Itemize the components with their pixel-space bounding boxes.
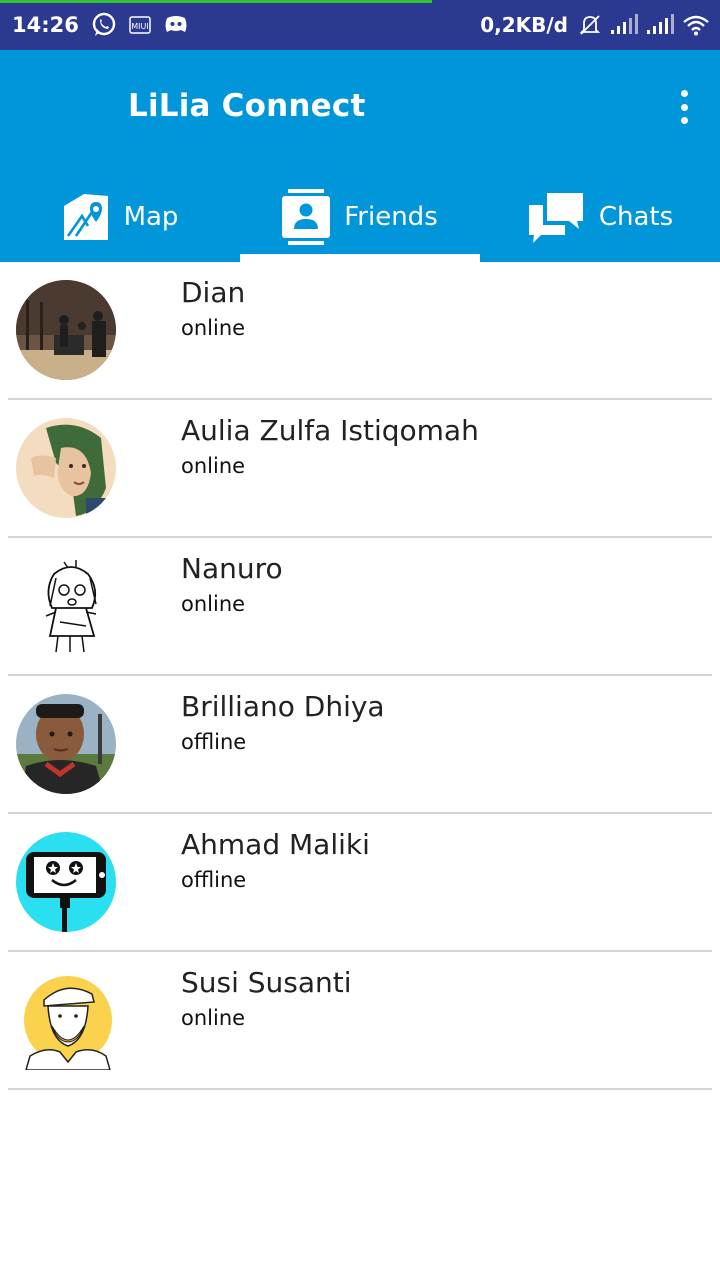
tab-selected-indicator <box>240 254 480 262</box>
status-time: 14:26 <box>12 13 79 37</box>
friend-status: online <box>181 316 246 340</box>
avatar <box>16 832 116 932</box>
friend-name: Nanuro <box>181 552 283 585</box>
friend-row[interactable]: Nanuro online <box>0 538 720 676</box>
svg-text:MIUI: MIUI <box>131 22 148 31</box>
friend-row[interactable]: Ahmad Maliki offline <box>0 814 720 952</box>
friend-status: online <box>181 1006 246 1030</box>
friend-row[interactable]: Susi Susanti online <box>0 952 720 1090</box>
friend-status: offline <box>181 730 247 754</box>
friend-name: Ahmad Maliki <box>181 828 370 861</box>
friend-status: online <box>181 592 246 616</box>
row-divider <box>8 1088 712 1090</box>
avatar <box>16 556 116 656</box>
tab-friends[interactable]: Friends <box>240 172 480 262</box>
tab-chats[interactable]: Chats <box>480 172 720 262</box>
discord-icon <box>163 14 189 36</box>
friend-status: offline <box>181 868 247 892</box>
overflow-dot <box>680 103 688 111</box>
network-speed: 0,2KB/d <box>480 13 568 37</box>
friend-name: Brilliano Dhiya <box>181 690 385 723</box>
avatar <box>16 694 116 794</box>
chat-bubbles-icon <box>527 191 585 243</box>
mute-bell-icon <box>578 13 602 37</box>
app-title: LiLia Connect <box>128 88 366 124</box>
friend-row[interactable]: Aulia Zulfa Istiqomah online <box>0 400 720 538</box>
avatar <box>16 280 116 380</box>
wifi-icon <box>682 14 710 36</box>
avatar <box>16 970 116 1070</box>
overflow-dot <box>680 90 688 97</box>
overflow-dot <box>680 117 688 124</box>
tab-friends-label: Friends <box>344 202 438 232</box>
friend-status: online <box>181 454 246 478</box>
map-icon <box>62 192 110 242</box>
signal-2-icon <box>646 14 674 36</box>
status-bar: 14:26 MIUI 0,2KB/d <box>0 0 720 50</box>
contacts-icon <box>282 189 331 245</box>
friend-list: Dian online Aulia Zulfa Istiqomah online <box>0 262 720 1090</box>
app-bar: LiLia Connect Map Friends Chats <box>0 50 720 262</box>
tab-bar: Map Friends Chats <box>0 172 720 262</box>
friend-name: Aulia Zulfa Istiqomah <box>181 414 479 447</box>
friend-row[interactable]: Brilliano Dhiya offline <box>0 676 720 814</box>
friend-name: Dian <box>181 276 246 309</box>
tab-map-label: Map <box>123 202 179 232</box>
overflow-menu-button[interactable] <box>676 90 692 124</box>
friend-name: Susi Susanti <box>181 966 352 999</box>
whatsapp-icon <box>91 12 117 38</box>
friend-row[interactable]: Dian online <box>0 262 720 400</box>
miui-icon: MIUI <box>129 15 151 35</box>
avatar <box>16 418 116 518</box>
tab-chats-label: Chats <box>598 202 674 232</box>
signal-1-icon <box>610 14 638 36</box>
tab-map[interactable]: Map <box>0 172 240 262</box>
